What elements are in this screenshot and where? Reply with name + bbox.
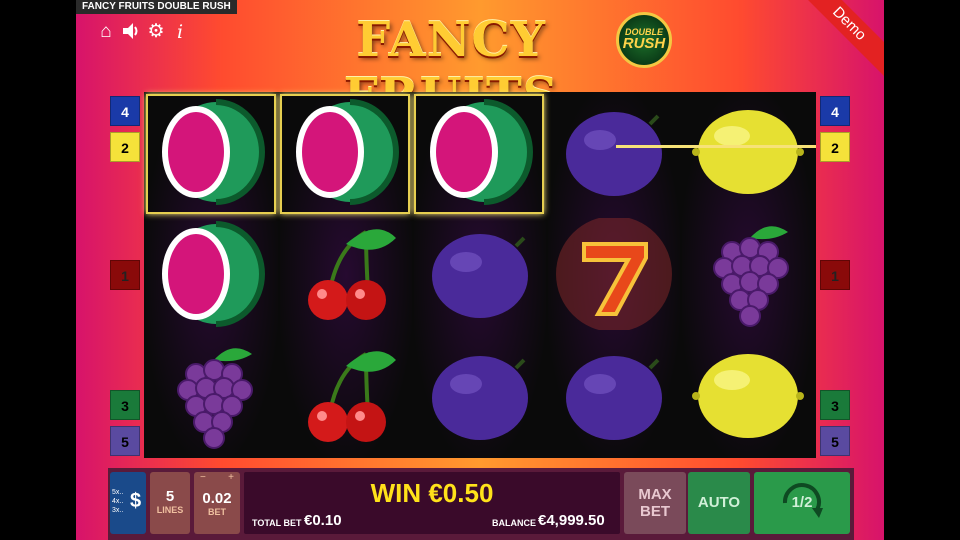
letterbox-right — [884, 0, 960, 540]
plum-symbol — [548, 92, 680, 214]
lemon-symbol — [682, 336, 814, 458]
win-payline — [616, 145, 816, 148]
lines-button[interactable]: 5 LINES — [150, 472, 190, 534]
payline-badge-1-right[interactable]: 1 — [820, 260, 850, 290]
grapes-symbol — [146, 336, 278, 458]
plum-symbol — [414, 336, 546, 458]
paytable-line: 5x.. — [112, 489, 124, 496]
game-area: FANCY FRUITS DOUBLE RUSH ⌂ ⚙ i FANCY FRU… — [76, 0, 884, 540]
winning-symbol-highlight — [280, 94, 410, 214]
bet-button[interactable]: − + 0.02 BET — [194, 472, 240, 534]
grapes-symbol — [682, 214, 814, 336]
payline-badge-3-left[interactable]: 3 — [110, 390, 140, 420]
total-bet-value: €0.10 — [304, 512, 342, 529]
payline-badge-3-right[interactable]: 3 — [820, 390, 850, 420]
plus-icon: + — [228, 472, 234, 483]
payline-badge-5-right[interactable]: 5 — [820, 426, 850, 456]
payline-badge-2-left[interactable]: 2 — [110, 132, 140, 162]
demo-ribbon: Demo — [794, 0, 884, 79]
home-icon[interactable]: ⌂ — [94, 20, 118, 44]
letterbox-left — [0, 0, 76, 540]
max-bet-line2: BET — [640, 503, 670, 520]
double-rush-badge: DOUBLE RUSH — [616, 12, 672, 68]
window-title: FANCY FRUITS DOUBLE RUSH — [76, 0, 237, 14]
balance-label: BALANCE — [492, 518, 536, 528]
auto-button[interactable]: AUTO — [688, 472, 750, 534]
max-bet-button[interactable]: MAX BET — [624, 472, 686, 534]
spin-button[interactable]: 1/2 — [754, 472, 850, 534]
plum-symbol — [414, 214, 546, 336]
lemon-symbol — [682, 92, 814, 214]
dollar-icon: $ — [130, 490, 142, 512]
game-screen: FANCY FRUITS DOUBLE RUSH ⌂ ⚙ i FANCY FRU… — [0, 0, 960, 540]
watermelon-symbol — [146, 214, 278, 336]
winning-symbol-highlight — [146, 94, 276, 214]
winning-symbol-highlight — [414, 94, 544, 214]
info-icon[interactable]: i — [168, 20, 192, 44]
lines-label: LINES — [156, 505, 184, 515]
speaker-icon[interactable] — [119, 20, 143, 44]
payline-badge-2-right[interactable]: 2 — [820, 132, 850, 162]
win-panel: WIN €0.50 TOTAL BET €0.10 BALANCE €4,999… — [244, 472, 620, 534]
bet-value: 0.02 — [202, 490, 232, 507]
max-bet-line1: MAX — [638, 486, 672, 503]
paytable-line: 3x.. — [112, 507, 124, 514]
payline-badge-5-left[interactable]: 5 — [110, 426, 140, 456]
bet-label: BET — [208, 507, 226, 517]
paytable-line: 4x.. — [112, 498, 124, 505]
seven-symbol — [548, 214, 680, 336]
badge-line2: RUSH — [622, 35, 666, 52]
balance-value: €4,999.50 — [538, 512, 605, 529]
paytable-mini-list: 5x.. 4x.. 3x.. — [112, 488, 123, 515]
paytable-button[interactable]: 5x.. 4x.. 3x.. $ — [110, 472, 146, 534]
payline-badge-4-left[interactable]: 4 — [110, 96, 140, 126]
cherries-symbol — [280, 214, 412, 336]
auto-label: AUTO — [697, 494, 741, 511]
payline-badge-4-right[interactable]: 4 — [820, 96, 850, 126]
plum-symbol — [548, 336, 680, 458]
spin-label: 1/2 — [791, 494, 813, 511]
minus-icon: − — [200, 472, 206, 483]
total-bet-label: TOTAL BET — [252, 518, 302, 528]
payline-badge-1-left[interactable]: 1 — [110, 260, 140, 290]
win-amount: WIN €0.50 — [370, 478, 494, 508]
cherries-symbol — [280, 336, 412, 458]
gear-icon[interactable]: ⚙ — [144, 20, 168, 44]
control-bar: 5x.. 4x.. 3x.. $ 5 LINES − + 0.02 BET WI… — [108, 468, 854, 540]
lines-value: 5 — [165, 488, 175, 505]
